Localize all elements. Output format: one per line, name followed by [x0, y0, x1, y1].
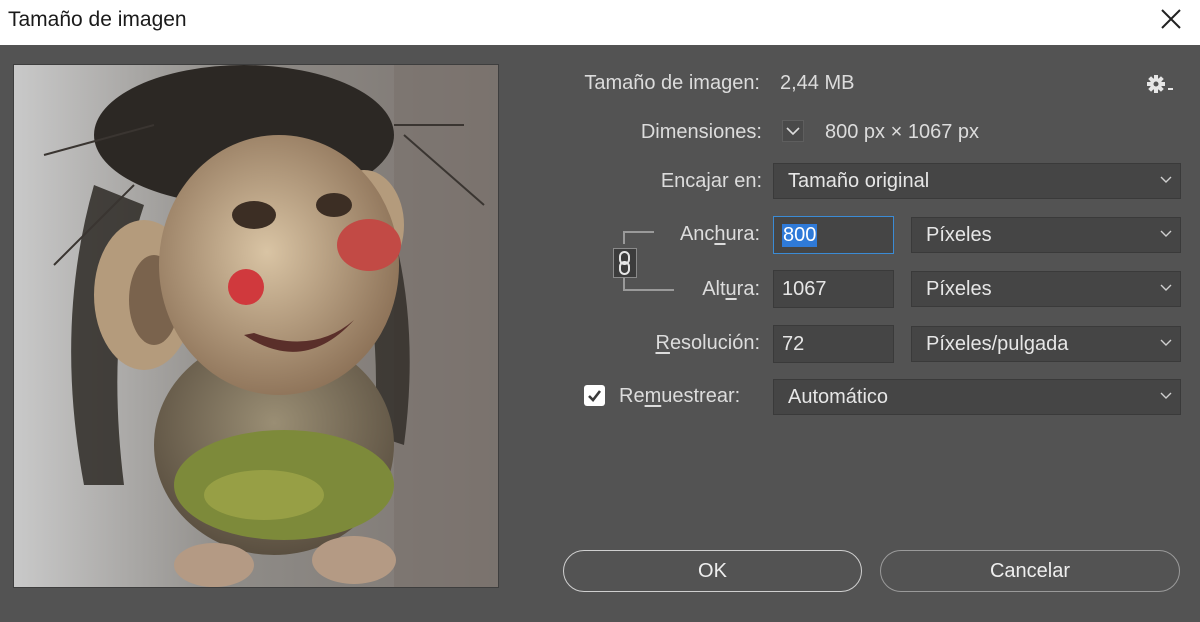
link-glyph [619, 251, 630, 275]
width-value: 800 [782, 224, 818, 247]
width-input[interactable]: 800 [773, 216, 894, 254]
resample-value: Automático [788, 386, 889, 408]
resample-select[interactable]: Automático [773, 379, 1181, 415]
resolution-value: 72 [782, 333, 805, 355]
width-label-post: ura: [725, 223, 760, 245]
resample-label-pre: Re [619, 385, 645, 407]
dimensions-toggle[interactable] [782, 120, 804, 142]
resolution-label-mnemonic: R [655, 332, 670, 354]
resolution-label: Resolución: [560, 332, 760, 355]
cancel-button[interactable]: Cancelar [880, 550, 1180, 592]
check-icon [588, 390, 602, 402]
resample-label: Remuestrear: [619, 385, 740, 408]
fit-to-label: Encajar en: [660, 170, 762, 192]
width-label-mnemonic: h [714, 223, 726, 245]
fit-to-value: Tamaño original [788, 170, 930, 192]
image-preview [13, 64, 499, 588]
height-label-mnemonic: u [725, 278, 737, 300]
height-label: Altura: [600, 278, 760, 301]
title-bar: Tamaño de imagen [0, 0, 1200, 45]
chevron-down-icon [1160, 230, 1172, 237]
resample-label-post: uestrear: [661, 385, 741, 407]
width-unit-value: Píxeles [926, 224, 992, 246]
dialog-title: Tamaño de imagen [8, 8, 187, 31]
ok-button[interactable]: OK [563, 550, 862, 592]
close-icon[interactable] [1158, 6, 1184, 32]
height-label-post: ra: [736, 278, 760, 300]
height-unit-select[interactable]: Píxeles [911, 271, 1181, 307]
resolution-unit-select[interactable]: Píxeles/pulgada [911, 326, 1181, 362]
dimensions-value: 800 px × 1067 px [825, 121, 980, 143]
chevron-down-icon [786, 127, 800, 136]
image-size-value: 2,44 MB [780, 72, 855, 94]
height-label-pre: Alt [702, 278, 726, 300]
width-unit-select[interactable]: Píxeles [911, 217, 1181, 253]
resolution-label-post: esolución: [669, 332, 760, 354]
troll-figurine-image [14, 65, 498, 587]
dimensions-label: Dimensiones: [640, 121, 762, 143]
gear-icon[interactable] [1146, 74, 1176, 94]
chain-link-icon[interactable] [613, 248, 637, 278]
resample-checkbox[interactable] [584, 385, 605, 406]
chevron-down-icon [1160, 284, 1172, 291]
chevron-down-icon [1160, 392, 1172, 399]
height-value: 1067 [782, 278, 827, 300]
resample-label-mnemonic: m [644, 385, 662, 407]
width-label-pre: Anc [679, 223, 715, 245]
chevron-down-icon [1160, 339, 1172, 346]
image-size-label: Tamaño de imagen: [584, 72, 760, 94]
chevron-down-icon [1160, 176, 1172, 183]
height-unit-value: Píxeles [926, 278, 992, 300]
fit-to-select[interactable]: Tamaño original [773, 163, 1181, 199]
height-input[interactable]: 1067 [773, 270, 894, 308]
width-label: Anchura: [600, 223, 760, 246]
resolution-unit-value: Píxeles/pulgada [926, 333, 1069, 355]
resolution-input[interactable]: 72 [773, 325, 894, 363]
